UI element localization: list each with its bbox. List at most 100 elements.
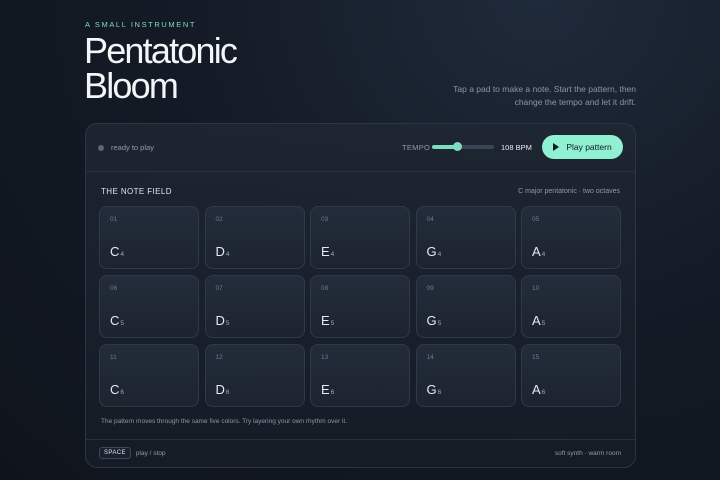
note-pad[interactable]: 02 D4: [204, 206, 305, 269]
pad-octave: 5: [330, 320, 335, 327]
pad-number: 04: [426, 216, 434, 223]
instrument-panel: ready to play TEMPO 108 BPM Play pattern…: [85, 123, 636, 468]
pad-octave: 6: [330, 389, 335, 396]
note-grid: 01 C4 02 D4 03 E4 04 G4 05 A4 06 C5 07 D5 08 E5 09 G5 10 A5…: [99, 206, 622, 407]
pad-note: G4: [427, 244, 442, 259]
pad-note-letter: E: [321, 382, 330, 397]
pad-number: 08: [321, 285, 329, 292]
pad-note-letter: A: [532, 382, 541, 397]
pad-octave: 5: [437, 320, 442, 327]
pad-number: 02: [215, 216, 223, 223]
pad-note-letter: C: [110, 382, 120, 397]
pad-note-letter: D: [215, 244, 225, 259]
pad-note: E6: [321, 382, 334, 397]
pad-note: E5: [321, 313, 334, 328]
control-bar: ready to play TEMPO 108 BPM Play pattern: [86, 124, 635, 172]
note-pad[interactable]: 11 C6: [99, 344, 199, 407]
note-pad[interactable]: 07 D5: [204, 275, 305, 338]
sound-engine-label: soft synth · warm room: [554, 450, 621, 457]
status-indicator: ready to play: [98, 143, 154, 152]
play-pattern-label: Play pattern: [566, 142, 612, 152]
space-key-badge: SPACE: [99, 447, 131, 459]
pad-note: C6: [110, 382, 124, 397]
pad-octave: 5: [541, 320, 546, 327]
note-pad[interactable]: 04 G4: [415, 206, 516, 269]
title-line-2: Bloom: [84, 65, 179, 106]
pad-octave: 4: [437, 251, 442, 258]
pad-octave: 6: [120, 389, 125, 396]
pad-note: E4: [321, 244, 334, 259]
pad-note-letter: A: [532, 313, 541, 328]
pad-number: 09: [426, 285, 434, 292]
pad-number: 12: [215, 354, 223, 361]
pad-number: 14: [426, 354, 434, 361]
eyebrow: A SMALL INSTRUMENT: [85, 20, 197, 29]
note-pad[interactable]: 09 G5: [415, 275, 516, 338]
status-text: ready to play: [111, 143, 154, 152]
pad-note-letter: A: [532, 244, 541, 259]
pad-number: 03: [321, 216, 329, 223]
pad-note: D5: [216, 313, 230, 328]
tempo-label: TEMPO: [402, 143, 431, 152]
pad-note-letter: C: [110, 313, 120, 328]
pad-number: 06: [110, 285, 118, 292]
pad-number: 05: [532, 216, 540, 223]
note-pad[interactable]: 03 E4: [310, 206, 410, 269]
panel-footer: SPACE play / stop soft synth · warm room: [86, 439, 635, 467]
tempo-slider-thumb[interactable]: [452, 142, 462, 151]
pad-note-letter: D: [215, 382, 225, 397]
pad-octave: 4: [330, 251, 335, 258]
page-title: Pentatonic Bloom: [84, 33, 238, 106]
note-pad[interactable]: 06 C5: [99, 275, 199, 338]
bpm-readout: 108 BPM: [501, 143, 532, 152]
pad-note: G5: [427, 313, 442, 328]
pad-number: 01: [110, 216, 118, 223]
pad-octave: 4: [225, 251, 230, 258]
note-pad[interactable]: 14 G6: [415, 344, 516, 407]
pad-octave: 4: [541, 251, 546, 258]
pad-note-letter: G: [426, 244, 437, 259]
tempo-slider[interactable]: [432, 142, 494, 151]
pad-note-letter: C: [110, 244, 120, 259]
pad-note-letter: D: [215, 313, 225, 328]
pad-note: A5: [532, 313, 545, 328]
play-pattern-button[interactable]: Play pattern: [542, 135, 623, 159]
pad-octave: 6: [437, 389, 442, 396]
shortcut-action: play / stop: [135, 449, 166, 457]
pad-octave: 6: [225, 389, 230, 396]
pad-octave: 5: [225, 320, 230, 327]
pad-octave: 6: [541, 389, 546, 396]
note-pad[interactable]: 12 D6: [204, 344, 305, 407]
keyboard-shortcut: SPACE play / stop: [99, 447, 166, 459]
pad-note: G6: [427, 382, 442, 397]
note-pad[interactable]: 15 A6: [521, 344, 621, 407]
pad-note: C4: [110, 244, 124, 259]
pad-note-letter: E: [321, 244, 330, 259]
pad-note: A6: [532, 382, 545, 397]
pad-number: 13: [321, 354, 329, 361]
note-field-heading: THE NOTE FIELD: [101, 187, 172, 196]
note-pad[interactable]: 10 A5: [521, 275, 621, 338]
pad-octave: 5: [120, 320, 125, 327]
pad-number: 11: [110, 354, 117, 361]
pad-note: C5: [110, 313, 124, 328]
note-pad[interactable]: 08 E5: [310, 275, 410, 338]
pad-note: D6: [216, 382, 230, 397]
pad-number: 15: [532, 354, 540, 361]
note-pad[interactable]: 05 A4: [521, 206, 621, 269]
pad-number: 07: [215, 285, 223, 292]
note-pad[interactable]: 01 C4: [99, 206, 199, 269]
pad-note: D4: [216, 244, 230, 259]
pad-note-letter: E: [321, 313, 330, 328]
pad-number: 10: [532, 285, 540, 292]
pattern-hint: The pattern moves through the same five …: [101, 418, 348, 425]
status-dot-icon: [98, 144, 104, 151]
play-icon: [553, 143, 560, 151]
pad-note-letter: G: [426, 382, 437, 397]
pad-note: A4: [532, 244, 545, 259]
tagline: Tap a pad to make a note. Start the patt…: [453, 84, 636, 107]
pad-note-letter: G: [426, 313, 437, 328]
note-field-meta: C major pentatonic · two octaves: [518, 188, 620, 195]
note-pad[interactable]: 13 E6: [310, 344, 410, 407]
pad-octave: 4: [120, 251, 125, 258]
